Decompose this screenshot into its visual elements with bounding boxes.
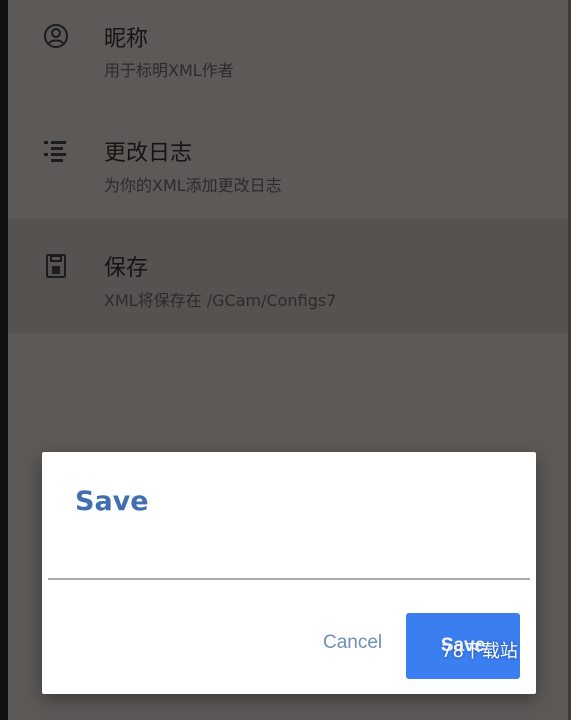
filename-input[interactable] <box>48 564 530 580</box>
setting-title: 昵称 <box>104 27 149 52</box>
screen-edge <box>0 0 8 720</box>
watermark: 78下载站 <box>441 641 518 662</box>
notes-list-icon <box>42 137 70 165</box>
setting-summary: XML将保存在 /GCam/Configs7 <box>104 291 337 310</box>
cancel-button[interactable]: Cancel <box>323 632 382 654</box>
save-floppy-icon <box>42 252 70 280</box>
account-circle-icon <box>42 22 70 50</box>
settings-list: 昵称 用于标明XML作者 更改日志 为你的XML添加更改日志 保存 XML将保存… <box>8 0 568 333</box>
setting-summary: 用于标明XML作者 <box>104 61 234 80</box>
setting-summary: 为你的XML添加更改日志 <box>104 176 282 195</box>
dialog-title: Save <box>75 486 149 517</box>
setting-item-save[interactable]: 保存 XML将保存在 /GCam/Configs7 <box>8 219 568 333</box>
setting-title: 保存 <box>104 256 149 281</box>
setting-title: 更改日志 <box>104 141 193 166</box>
setting-item-nickname[interactable]: 昵称 用于标明XML作者 <box>8 0 568 105</box>
setting-item-changelog[interactable]: 更改日志 为你的XML添加更改日志 <box>8 105 568 219</box>
